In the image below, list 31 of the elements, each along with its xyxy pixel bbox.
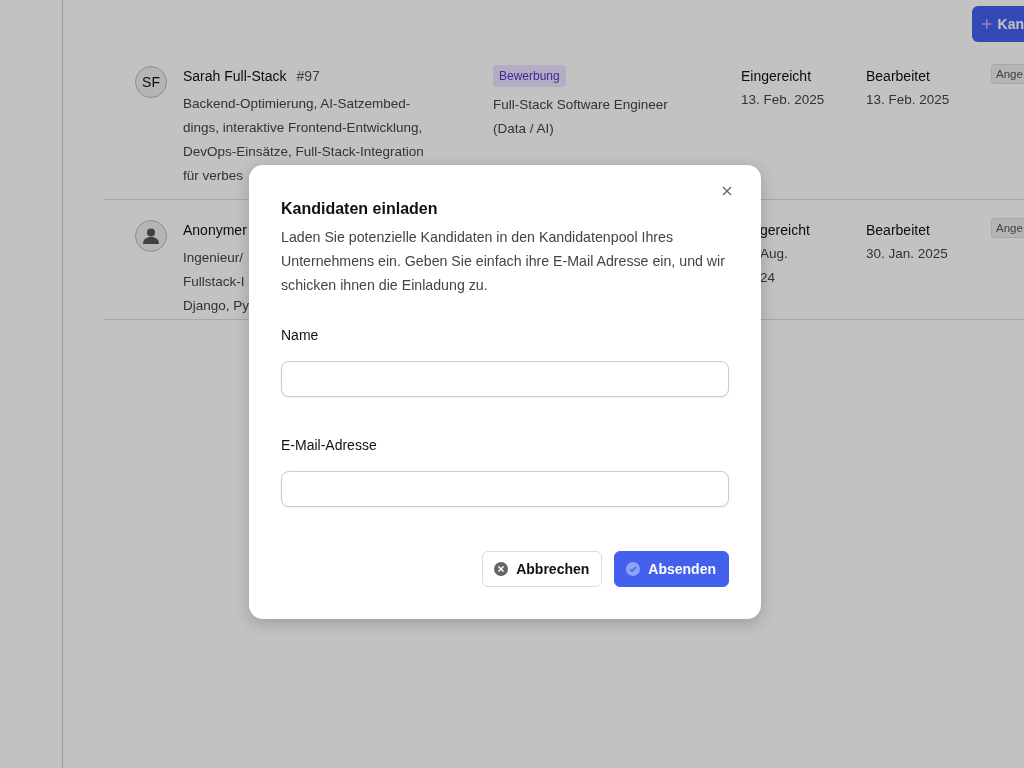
person-icon bbox=[142, 227, 160, 245]
edited-label: Bearbeitet bbox=[866, 67, 931, 86]
dialog-title: Kandidaten einladen bbox=[281, 199, 439, 219]
check-circle-icon bbox=[626, 562, 641, 576]
input-field[interactable] bbox=[281, 361, 729, 397]
candidate-number: #97 bbox=[296, 68, 320, 84]
submitted-date: Aug. 24 bbox=[760, 245, 789, 287]
candidate-name[interactable]: Anonymer bbox=[183, 222, 247, 238]
submitted-date: 13. Feb. 2025 bbox=[741, 91, 826, 109]
candidate-name[interactable]: Sarah Full-Stack bbox=[183, 68, 287, 84]
dialog-description: Laden Sie potenzielle Kandidaten in den Kandidatenpool Ihres Unternehmens ein. Geben Sie einfach ihre E-Mail Adresse ein, und wir schicken ihnen die Einladung zu. bbox=[281, 228, 726, 295]
status-chip: Ange bbox=[991, 218, 1024, 238]
edited-label: Bearbeitet bbox=[866, 221, 931, 240]
application-tag: Bewerbung bbox=[493, 65, 566, 87]
edited-date: 13. Feb. 2025 bbox=[866, 91, 951, 109]
job-title: Full-Stack Software Engineer (Data / AI) bbox=[493, 96, 669, 138]
close-icon[interactable] bbox=[722, 186, 732, 196]
avatar: SF bbox=[135, 66, 167, 98]
add-candidate-button[interactable]: Kan bbox=[972, 6, 1024, 42]
field-label: Name bbox=[281, 326, 320, 345]
submitted-label: gereicht bbox=[760, 221, 811, 240]
field-label: E-Mail-Adresse bbox=[281, 436, 378, 455]
edited-date: 30. Jan. 2025 bbox=[866, 245, 949, 263]
cancel-button[interactable]: Abbrechen bbox=[482, 551, 603, 587]
status-chip: Ange bbox=[991, 64, 1024, 84]
close-circle-icon bbox=[494, 562, 509, 576]
submitted-label: Eingereicht bbox=[741, 67, 813, 86]
input-field[interactable] bbox=[281, 471, 729, 507]
candidate-skills: Backend-Optimierung, AI-Satzembed- dings, interaktive Frontend-Entwicklung, DevOps-Einsätze, Full-Stack-Integration für verbes bbox=[183, 95, 425, 185]
plus-icon bbox=[982, 19, 992, 29]
submit-button[interactable]: Absenden bbox=[614, 551, 729, 587]
